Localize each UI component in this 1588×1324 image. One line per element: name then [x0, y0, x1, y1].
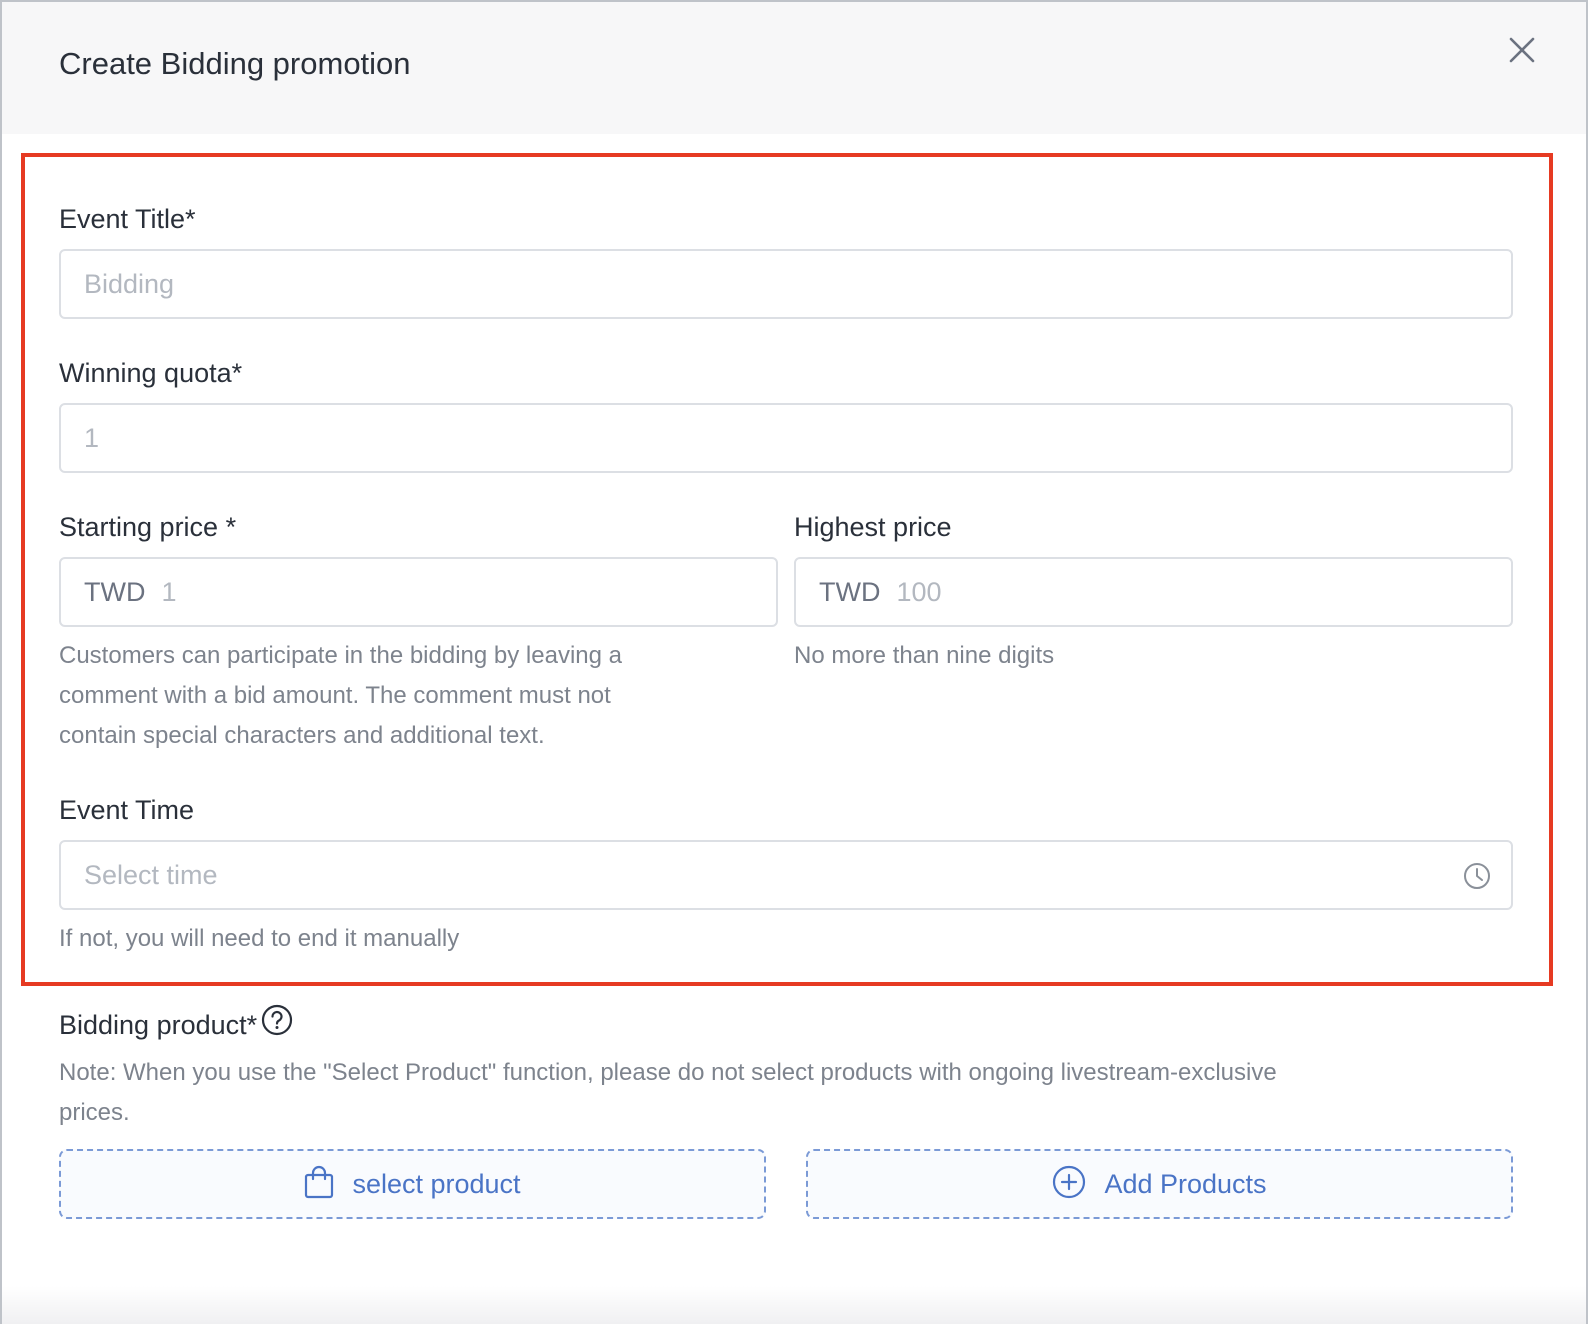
plus-circle-icon — [1052, 1165, 1086, 1204]
dialog-footer — [2, 1286, 1586, 1324]
dialog-title: Create Bidding promotion — [59, 46, 411, 81]
note-line: Note: When you use the "Select Product" … — [59, 1059, 1277, 1086]
highest-price-placeholder: 100 — [896, 576, 942, 607]
winning-quota-placeholder: 1 — [84, 422, 100, 453]
help-line: contain special characters and additiona… — [59, 722, 545, 749]
select-product-label: select product — [352, 1168, 521, 1199]
starting-price-placeholder: 1 — [161, 576, 177, 607]
create-bidding-dialog: Create Bidding promotion Event Title* Bi… — [0, 0, 1588, 1324]
bidding-product-note: Note: When you use the "Select Product" … — [59, 1053, 1519, 1133]
question-circle-icon[interactable] — [261, 1004, 293, 1043]
add-products-label: Add Products — [1104, 1168, 1267, 1199]
starting-price-currency: TWD — [84, 576, 146, 607]
event-title-placeholder: Bidding — [84, 268, 175, 299]
event-title-label: Event Title* — [59, 204, 196, 234]
starting-price-help: Customers can participate in the bidding… — [59, 636, 779, 756]
shopping-bag-icon — [304, 1165, 334, 1204]
help-line: comment with a bid amount. The comment m… — [59, 682, 611, 709]
starting-price-label: Starting price * — [59, 512, 237, 542]
winning-quota-input[interactable]: 1 — [59, 403, 1513, 473]
close-icon[interactable] — [1502, 30, 1542, 70]
event-time-placeholder: Select time — [84, 859, 218, 890]
event-title-input[interactable]: Bidding — [59, 249, 1513, 319]
bidding-product-label: Bidding product* — [59, 1005, 293, 1043]
event-time-help: If not, you will need to end it manually — [59, 925, 460, 952]
highest-price-label: Highest price — [794, 512, 952, 542]
starting-price-input[interactable]: TWD 1 — [59, 557, 778, 627]
highest-price-currency: TWD — [819, 576, 881, 607]
highest-price-help: No more than nine digits — [794, 642, 1055, 669]
bidding-product-label-text: Bidding product* — [59, 1010, 258, 1040]
note-line: prices. — [59, 1099, 130, 1126]
select-product-button[interactable]: select product — [59, 1149, 766, 1219]
clock-icon[interactable] — [1463, 862, 1491, 890]
help-line: Customers can participate in the bidding… — [59, 642, 622, 669]
add-products-button[interactable]: Add Products — [806, 1149, 1513, 1219]
event-time-input[interactable]: Select time — [59, 840, 1513, 910]
highest-price-input[interactable]: TWD 100 — [794, 557, 1513, 627]
winning-quota-label: Winning quota* — [59, 358, 243, 388]
event-time-label: Event Time — [59, 795, 195, 825]
dialog-header: Create Bidding promotion — [2, 2, 1586, 134]
